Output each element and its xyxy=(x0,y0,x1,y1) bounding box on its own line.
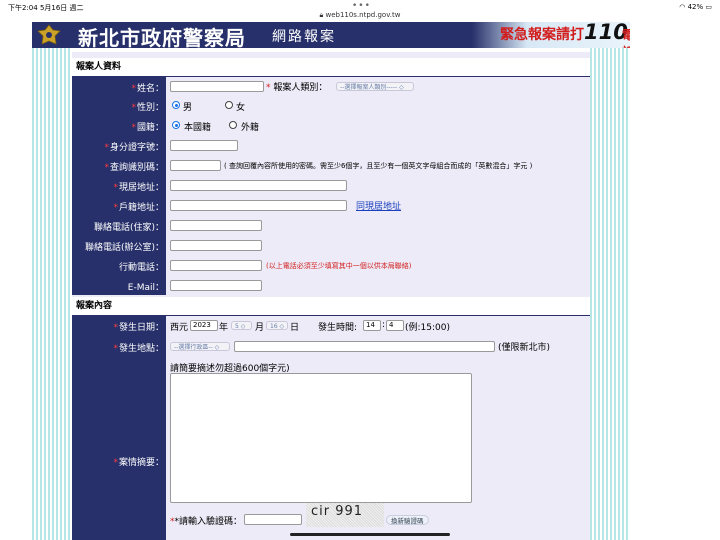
nationality-local-radio[interactable] xyxy=(172,121,180,129)
phone-requirement-note: (以上電話必須至少填寫其中一個以供本局聯絡) xyxy=(266,262,412,270)
refresh-captcha-button[interactable]: 換新驗證碼 xyxy=(386,515,429,525)
district-select[interactable]: --選擇行政區-- ◇ xyxy=(170,342,230,351)
nationality-label: *國籍： xyxy=(131,123,164,133)
current-address-label: *現居地址： xyxy=(113,183,164,193)
nationality-foreign-label: 外籍 xyxy=(241,123,260,133)
date-year-unit: 年 xyxy=(219,323,229,333)
status-bar: 下午2:04 5月16日 週二 ••• 🔒︎ web110s.ntpd.gov.… xyxy=(0,0,720,22)
query-code-label: *查詢識別碼： xyxy=(104,163,164,173)
gender-female-radio[interactable] xyxy=(225,101,233,109)
mobile-phone-label: 行動電話： xyxy=(118,263,164,273)
captcha-label: **請輸入驗證碼： xyxy=(170,517,243,527)
name-input[interactable] xyxy=(170,81,264,92)
location-label: *發生地點： xyxy=(113,344,164,354)
status-right: ◠ 42% ▭ xyxy=(679,3,712,11)
office-phone-label: 聯絡電話(辦公室)： xyxy=(84,243,164,253)
category-select[interactable]: --選擇報案人類別----- ◇ xyxy=(336,82,414,91)
gender-label: *性別： xyxy=(131,103,164,113)
nationality-foreign-radio[interactable] xyxy=(229,121,237,129)
email-input[interactable] xyxy=(170,280,262,291)
mobile-phone-input[interactable] xyxy=(170,260,262,271)
time-separator: : xyxy=(382,320,386,330)
captcha-image-text: cir 991 xyxy=(311,504,364,519)
police-badge-icon xyxy=(37,24,61,45)
current-address-input[interactable] xyxy=(170,180,347,191)
email-label: E-Mail： xyxy=(127,283,164,293)
location-input[interactable] xyxy=(234,341,495,352)
lock-icon: 🔒︎ xyxy=(319,11,324,19)
name-label: *姓名： xyxy=(131,84,164,94)
battery-icon: ▭ xyxy=(705,3,712,11)
date-era: 西元 xyxy=(170,323,189,333)
id-number-label: *身分證字號： xyxy=(104,143,164,153)
time-label: 發生時間: xyxy=(318,323,358,333)
date-month-unit: 月 xyxy=(255,323,265,333)
date-label: *發生日期： xyxy=(113,323,164,333)
office-phone-input[interactable] xyxy=(170,240,262,251)
gender-female-label: 女 xyxy=(236,103,246,113)
captcha-input[interactable] xyxy=(244,514,302,525)
date-month-select[interactable]: 5 ◇ xyxy=(231,321,252,330)
query-code-input[interactable] xyxy=(170,160,221,171)
emergency-notice: 緊急報案請打 110 電話 xyxy=(472,22,630,48)
category-label: * 報案人類別： xyxy=(266,83,328,93)
captcha-image: cir 991 xyxy=(306,503,384,527)
summary-textarea[interactable] xyxy=(170,373,472,503)
home-phone-label: 聯絡電話(住家)： xyxy=(93,223,164,233)
nationality-local-label: 本國籍 xyxy=(184,123,212,133)
home-indicator xyxy=(290,533,450,536)
background-stripes-left xyxy=(32,22,72,540)
same-as-current-address-link[interactable]: 同現居地址 xyxy=(356,199,401,212)
registered-address-label: *戶籍地址： xyxy=(113,203,164,213)
query-code-hint: ( 查詢回覆內容所使用的密碼。需至少6個字，且至少有一個英文字母組合而成的「英數… xyxy=(224,162,533,170)
banner-title: 新北市政府警察局 xyxy=(78,26,246,48)
url-text: web110s.ntpd.gov.tw xyxy=(325,11,401,19)
case-section-header: 報案內容 xyxy=(72,297,590,316)
time-hour-input[interactable]: 14 xyxy=(363,320,381,331)
banner-subtitle: 網路報案 xyxy=(272,29,336,45)
reporter-section-header: 報案人資料 xyxy=(72,58,590,77)
id-number-input[interactable] xyxy=(170,140,238,151)
location-note: (僅限新北市) xyxy=(498,343,551,353)
url-bar[interactable]: 🔒︎ web110s.ntpd.gov.tw xyxy=(0,11,720,20)
background-stripes-right xyxy=(590,22,630,540)
page-banner: 新北市政府警察局 網路報案 緊急報案請打 110 電話 xyxy=(32,22,630,48)
time-example: (例:15:00) xyxy=(405,323,450,333)
wifi-icon: ◠ xyxy=(679,3,686,11)
summary-label: *案情摘要： xyxy=(113,458,164,468)
registered-address-input[interactable] xyxy=(170,200,347,211)
more-dots-icon[interactable]: ••• xyxy=(352,1,371,11)
date-day-unit: 日 xyxy=(290,323,300,333)
emergency-text: 緊急報案請打 xyxy=(500,27,584,43)
time-minute-input[interactable]: 4 xyxy=(386,320,404,331)
battery-percent: 42% xyxy=(687,3,704,11)
home-phone-input[interactable] xyxy=(170,220,262,231)
emergency-suffix: 電話 xyxy=(622,28,630,48)
date-day-select[interactable]: 16 ◇ xyxy=(266,321,288,330)
gender-male-radio[interactable] xyxy=(172,101,180,109)
date-year-input[interactable]: 2023 xyxy=(190,320,218,331)
gender-male-label: 男 xyxy=(183,103,193,113)
